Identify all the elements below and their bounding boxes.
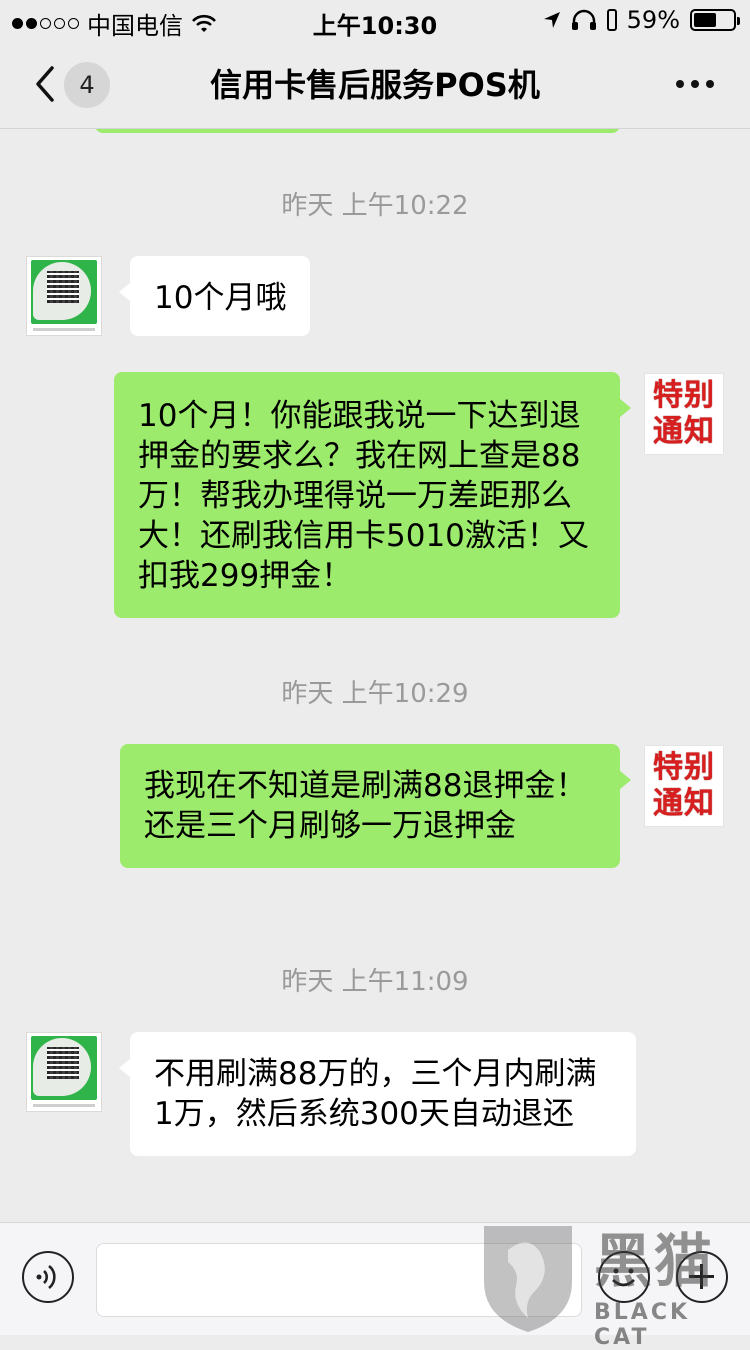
received-message-bubble[interactable]: 不用刷满88万的，三个月内刷满1万，然后系统300天自动退还 <box>119 1032 636 1156</box>
lock-rotation-icon <box>606 9 617 31</box>
timestamp: 昨天 上午10:22 <box>281 191 469 221</box>
previous-message-bubble <box>95 129 620 133</box>
plus-icon[interactable] <box>676 1251 728 1303</box>
contact-avatar[interactable] <box>26 256 102 336</box>
self-avatar-notice[interactable]: 特别 通知 <box>644 745 724 827</box>
headphones-icon <box>571 9 596 30</box>
message-input[interactable] <box>96 1243 582 1317</box>
self-avatar-notice[interactable]: 特别 通知 <box>644 373 724 455</box>
more-dots-icon[interactable] <box>676 80 714 88</box>
chat-area[interactable]: 昨天 上午10:22 10个月哦 10个月！你能跟我说一下达到退押金的要求么？我… <box>0 129 750 1221</box>
timestamp: 昨天 上午11:09 <box>281 967 469 997</box>
message-text: 10个月！你能跟我说一下达到退押金的要求么？我在网上查是88万！帮我办理得说一万… <box>138 398 589 594</box>
sent-message-bubble[interactable]: 10个月！你能跟我说一下达到退押金的要求么？我在网上查是88万！帮我办理得说一万… <box>114 372 631 618</box>
timestamp: 昨天 上午10:29 <box>281 679 469 709</box>
contact-avatar[interactable] <box>26 1032 102 1112</box>
status-bar: 中国电信 上午10:30 59% <box>0 0 750 40</box>
battery-icon <box>690 9 740 31</box>
sent-message-bubble[interactable]: 我现在不知道是刷满88退押金！还是三个月刷够一万退押金 <box>120 744 631 868</box>
input-bar <box>0 1222 750 1335</box>
message-text: 不用刷满88万的，三个月内刷满1万，然后系统300天自动退还 <box>154 1056 597 1132</box>
emoji-icon[interactable] <box>598 1251 650 1303</box>
message-text: 10个月哦 <box>154 280 287 316</box>
status-right: 59% <box>543 6 740 34</box>
battery-percent: 59% <box>626 6 680 34</box>
received-message-bubble[interactable]: 10个月哦 <box>118 256 311 336</box>
chat-title: 信用卡售后服务POS机 <box>210 66 540 104</box>
message-text: 我现在不知道是刷满88退押金！还是三个月刷够一万退押金 <box>144 768 587 844</box>
nav-bar: 4 信用卡售后服务POS机 <box>0 40 750 129</box>
location-arrow-icon <box>543 12 560 28</box>
voice-icon[interactable] <box>22 1251 74 1303</box>
